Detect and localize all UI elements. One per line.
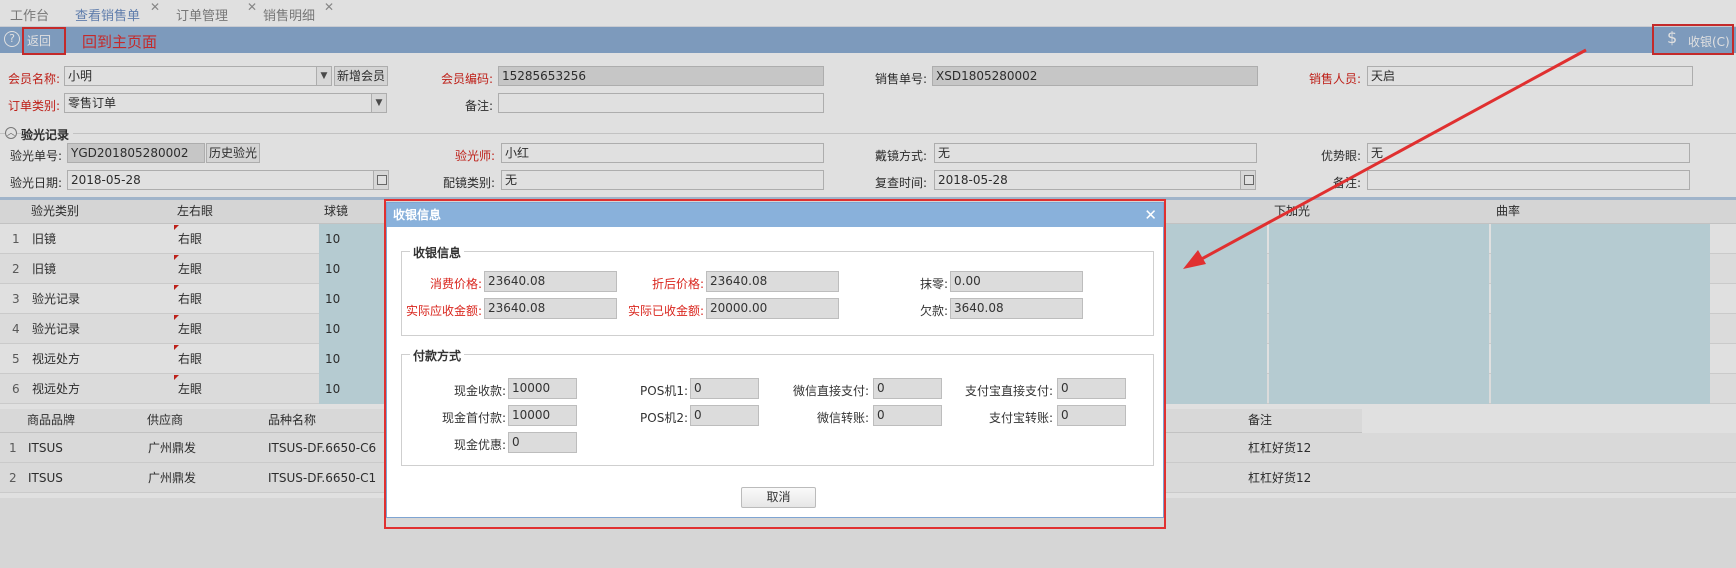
alipay-transfer-input[interactable]: 0 <box>1057 405 1126 426</box>
wechat-transfer-label: 微信转账: <box>816 411 869 425</box>
wechat-direct-input[interactable]: 0 <box>873 378 942 399</box>
payment-method-fieldset: 付款方式 现金收款: 10000 POS机1: 0 微信直接支付: 0 支付宝直… <box>401 347 1154 466</box>
consume-price-field: 23640.08 <box>484 271 617 292</box>
cancel-button[interactable]: 取消 <box>741 487 816 508</box>
pos2-label: POS机2: <box>640 411 688 425</box>
dialog-title: 收银信息 <box>387 203 1163 227</box>
close-icon[interactable]: ✕ <box>1144 205 1157 225</box>
cash-receipt-input[interactable]: 10000 <box>508 378 577 399</box>
cash-discount-input[interactable]: 0 <box>508 432 577 453</box>
cash-down-payment-input[interactable]: 10000 <box>508 405 577 426</box>
received-amount-field: 20000.00 <box>706 298 839 319</box>
round-off-field: 0.00 <box>950 271 1083 292</box>
arrears-field: 3640.08 <box>950 298 1083 319</box>
alipay-transfer-label: 支付宝转账: <box>988 411 1053 425</box>
arrears-label: 欠款: <box>919 304 948 318</box>
cashier-info-legend: 收银信息 <box>410 244 465 261</box>
received-amount-label: 实际已收金额: <box>627 304 704 318</box>
alipay-direct-input[interactable]: 0 <box>1057 378 1126 399</box>
cash-discount-label: 现金优惠: <box>453 438 506 452</box>
cash-receipt-label: 现金收款: <box>453 384 506 398</box>
due-amount-label: 实际应收金额: <box>405 304 482 318</box>
wechat-transfer-input[interactable]: 0 <box>873 405 942 426</box>
pos1-input[interactable]: 0 <box>690 378 759 399</box>
due-amount-field: 23640.08 <box>484 298 617 319</box>
alipay-direct-label: 支付宝直接支付: <box>964 384 1053 398</box>
round-off-label: 抹零: <box>919 277 948 291</box>
wechat-direct-label: 微信直接支付: <box>792 384 869 398</box>
cashier-info-fieldset: 收银信息 消费价格: 23640.08 折后价格: 23640.08 抹零: 0… <box>401 244 1154 336</box>
cashier-dialog: 收银信息 ✕ 收银信息 消费价格: 23640.08 折后价格: 23640.0… <box>386 202 1164 518</box>
cash-down-payment-label: 现金首付款: <box>441 411 506 425</box>
discount-price-label: 折后价格: <box>651 277 704 291</box>
discount-price-field: 23640.08 <box>706 271 839 292</box>
consume-price-label: 消费价格: <box>429 277 482 291</box>
pos2-input[interactable]: 0 <box>690 405 759 426</box>
payment-method-legend: 付款方式 <box>410 347 465 364</box>
pos1-label: POS机1: <box>640 384 688 398</box>
